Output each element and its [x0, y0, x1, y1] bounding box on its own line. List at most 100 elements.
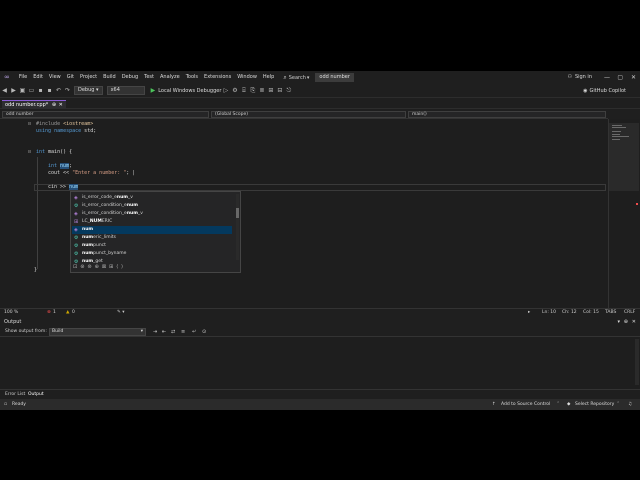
close-button[interactable]: ✕ [631, 71, 636, 84]
toolbar-tool-icon[interactable]: ≣ [257, 84, 266, 98]
autocomplete-item[interactable]: ⚙ is_error_condition_enum [72, 202, 232, 210]
error-marker [636, 203, 638, 205]
redo-icon[interactable]: ↷ [63, 84, 72, 98]
project-dropdown[interactable]: odd number [2, 111, 209, 118]
col-number[interactable]: Col: 15 [583, 309, 599, 317]
menu-view[interactable]: View [46, 71, 64, 84]
maximize-button[interactable]: ▢ [617, 71, 623, 84]
run-without-debug-icon[interactable]: ▷ [221, 84, 230, 98]
editor-minimap[interactable] [608, 119, 640, 308]
notifications-icon[interactable]: ♫ [628, 399, 632, 410]
output-scrollbar[interactable] [635, 339, 639, 385]
autocomplete-item[interactable]: ⚙ numeric_limits [72, 234, 232, 242]
close-icon[interactable]: ✕ [632, 318, 636, 327]
word-wrap-icon[interactable]: ↵ [192, 327, 196, 337]
fold-icon[interactable]: ⊟ [28, 149, 31, 156]
autocomplete-item[interactable]: ◈ is_error_condition_enum_v [72, 210, 232, 218]
toolbar-tool-icon[interactable]: ⊞ [266, 84, 275, 98]
autocomplete-item[interactable]: ⚙ numpunct_byname [72, 250, 232, 258]
menu-tools[interactable]: Tools [183, 71, 201, 84]
navigate-forward-icon[interactable]: ▶ [9, 84, 18, 98]
fold-icon[interactable]: ⊟ [28, 121, 31, 128]
filter-icon[interactable]: ⊜ [87, 264, 94, 270]
autocomplete-scrollbar[interactable] [236, 194, 239, 260]
menu-analyze[interactable]: Analyze [157, 71, 183, 84]
error-icon[interactable]: ⊗ [47, 309, 51, 317]
autocomplete-item[interactable]: ◈ num [72, 226, 232, 234]
autocomplete-text: is_error_condition_e [82, 211, 127, 216]
menu-extensions[interactable]: Extensions [201, 71, 234, 84]
open-icon[interactable]: ▭ [27, 84, 36, 98]
toolbar-tool-icon[interactable]: ⊟ [275, 84, 284, 98]
clear-all-icon[interactable]: ≡ [181, 327, 185, 337]
autocomplete-text: _v [137, 211, 143, 216]
navigate-back-icon[interactable]: ◀ [0, 84, 9, 98]
menu-build[interactable]: Build [100, 71, 119, 84]
close-icon[interactable]: ✕ [59, 102, 63, 108]
run-icon[interactable]: ▶ [151, 87, 156, 94]
menu-debug[interactable]: Debug [119, 71, 141, 84]
code-line-using: using namespace std; [36, 128, 97, 134]
output-toolbar-icon[interactable]: ⊙ [202, 327, 206, 337]
pin-icon[interactable]: ⊕ [52, 102, 56, 108]
output-text-area[interactable] [0, 337, 640, 389]
tab-error-list[interactable]: Error List [5, 390, 25, 399]
indent-mode[interactable]: TABS [605, 309, 616, 317]
menu-help[interactable]: Help [260, 71, 277, 84]
filter-icon[interactable]: ⟨⟩ [116, 264, 126, 270]
pin-icon[interactable]: ⊕ [624, 318, 628, 327]
error-count[interactable]: 1 [53, 309, 56, 317]
filter-icon[interactable]: ⊕ [95, 264, 102, 270]
autocomplete-scroll-thumb[interactable] [236, 208, 239, 218]
toolbar-tool-icon[interactable]: ⚙ [230, 84, 239, 98]
search-button[interactable]: ⌕ Search ▾ [283, 74, 309, 82]
autocomplete-text: LC_ [82, 219, 90, 224]
toolbar-tool-icon[interactable]: ⎘ [248, 84, 257, 98]
run-debugger-button[interactable]: Local Windows Debugger [158, 88, 221, 94]
menu-edit[interactable]: Edit [30, 71, 46, 84]
warning-count[interactable]: 0 [72, 309, 75, 317]
menu-git[interactable]: Git [64, 71, 77, 84]
add-to-source-control-button[interactable]: Add to Source Control [501, 399, 550, 410]
member-dropdown[interactable]: main() [408, 111, 606, 118]
platform-select[interactable]: x64 [106, 86, 145, 95]
output-source-select[interactable]: Build ▾ [49, 328, 146, 336]
github-copilot-button[interactable]: ◉ GitHub Copilot [583, 84, 626, 98]
tab-odd-number-cpp[interactable]: odd number.cpp* ⊕ ✕ [2, 100, 66, 109]
save-all-icon[interactable]: ▪ [45, 84, 54, 98]
menu-project[interactable]: Project [77, 71, 100, 84]
line-number[interactable]: Ln: 10 [542, 309, 556, 317]
up-arrow-icon: ↑ [492, 402, 496, 407]
config-select[interactable]: Debug ▾ [74, 86, 103, 95]
select-repository-button[interactable]: Select Repository [575, 399, 614, 410]
undo-icon[interactable]: ↶ [54, 84, 63, 98]
toolbar-tool-icon[interactable]: ⎋ [284, 84, 293, 98]
menu-file[interactable]: File [16, 71, 30, 84]
zoom-level[interactable]: 100 % [4, 309, 18, 317]
char-number[interactable]: Ch: 12 [562, 309, 577, 317]
autocomplete-item[interactable]: ⊞ LC_NUMERIC [72, 218, 232, 226]
menu-bar: ∞ File Edit View Git Project Build Debug… [0, 71, 640, 84]
new-item-icon[interactable]: ▣ [18, 84, 27, 98]
variable-icon: ◈ [74, 227, 78, 233]
autocomplete-item[interactable]: ⚙ numpunct [72, 242, 232, 250]
scope-dropdown[interactable]: (Global Scope) [211, 111, 406, 118]
autocomplete-match: NUM [89, 219, 102, 224]
output-toolbar-icon[interactable]: ⇥ [153, 327, 157, 337]
minimize-button[interactable]: — [604, 71, 610, 84]
chevron-down-icon[interactable]: ▾ [617, 318, 620, 327]
toolbar-tool-icon[interactable]: ⌸ [239, 84, 248, 98]
filter-icon[interactable]: ⊠ [102, 264, 109, 270]
intellisense-popup[interactable]: ◈ is_error_code_enum_v ⚙ is_error_condition… [70, 191, 241, 273]
output-toolbar-icon[interactable]: ⇄ [171, 327, 175, 337]
menu-window[interactable]: Window [234, 71, 260, 84]
code-cleanup-icon[interactable]: ✎ ▾ [117, 309, 124, 317]
warning-icon[interactable]: ▲ [66, 309, 69, 317]
code-editor[interactable]: ⊟ ⊟ #include <iostream> using namespace … [0, 119, 608, 308]
output-toolbar-icon[interactable]: ⇤ [162, 327, 166, 337]
save-icon[interactable]: ▪ [36, 84, 45, 98]
menu-test[interactable]: Test [141, 71, 157, 84]
autocomplete-item[interactable]: ◈ is_error_code_enum_v [72, 194, 232, 202]
line-ending[interactable]: CRLF [624, 309, 635, 317]
sign-in-button[interactable]: ⚇ Sign in [567, 71, 592, 84]
